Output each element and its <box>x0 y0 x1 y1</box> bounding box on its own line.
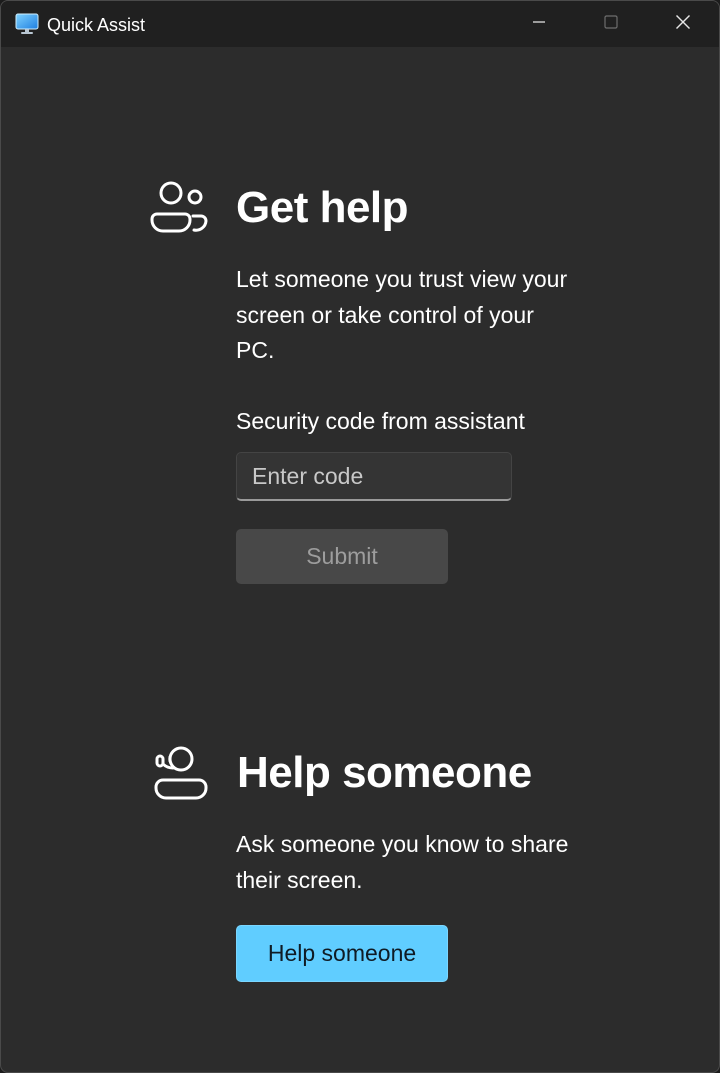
close-button[interactable] <box>647 1 719 47</box>
minimize-icon <box>531 14 547 35</box>
minimize-button[interactable] <box>503 1 575 47</box>
window-title: Quick Assist <box>47 15 146 35</box>
help-someone-button[interactable]: Help someone <box>236 925 448 982</box>
get-help-heading: Get help <box>236 183 409 232</box>
quick-assist-monitor-icon <box>15 13 39 35</box>
title-bar[interactable]: Quick Assist <box>1 1 719 47</box>
help-someone-description: Ask someone you know to share their scre… <box>236 831 569 893</box>
person-headset-icon <box>151 742 211 802</box>
help-someone-heading: Help someone <box>237 748 532 797</box>
get-help-description: Let someone you trust view your screen o… <box>236 266 568 363</box>
maximize-icon <box>603 14 619 35</box>
quick-assist-window: Quick Assist Get help Let someone you tr… <box>0 0 720 1073</box>
close-icon <box>675 14 691 35</box>
security-code-label: Security code from assistant <box>236 408 525 434</box>
maximize-button[interactable] <box>575 1 647 47</box>
people-icon <box>149 177 209 237</box>
submit-button[interactable]: Submit <box>236 529 448 584</box>
security-code-input[interactable] <box>236 452 512 501</box>
